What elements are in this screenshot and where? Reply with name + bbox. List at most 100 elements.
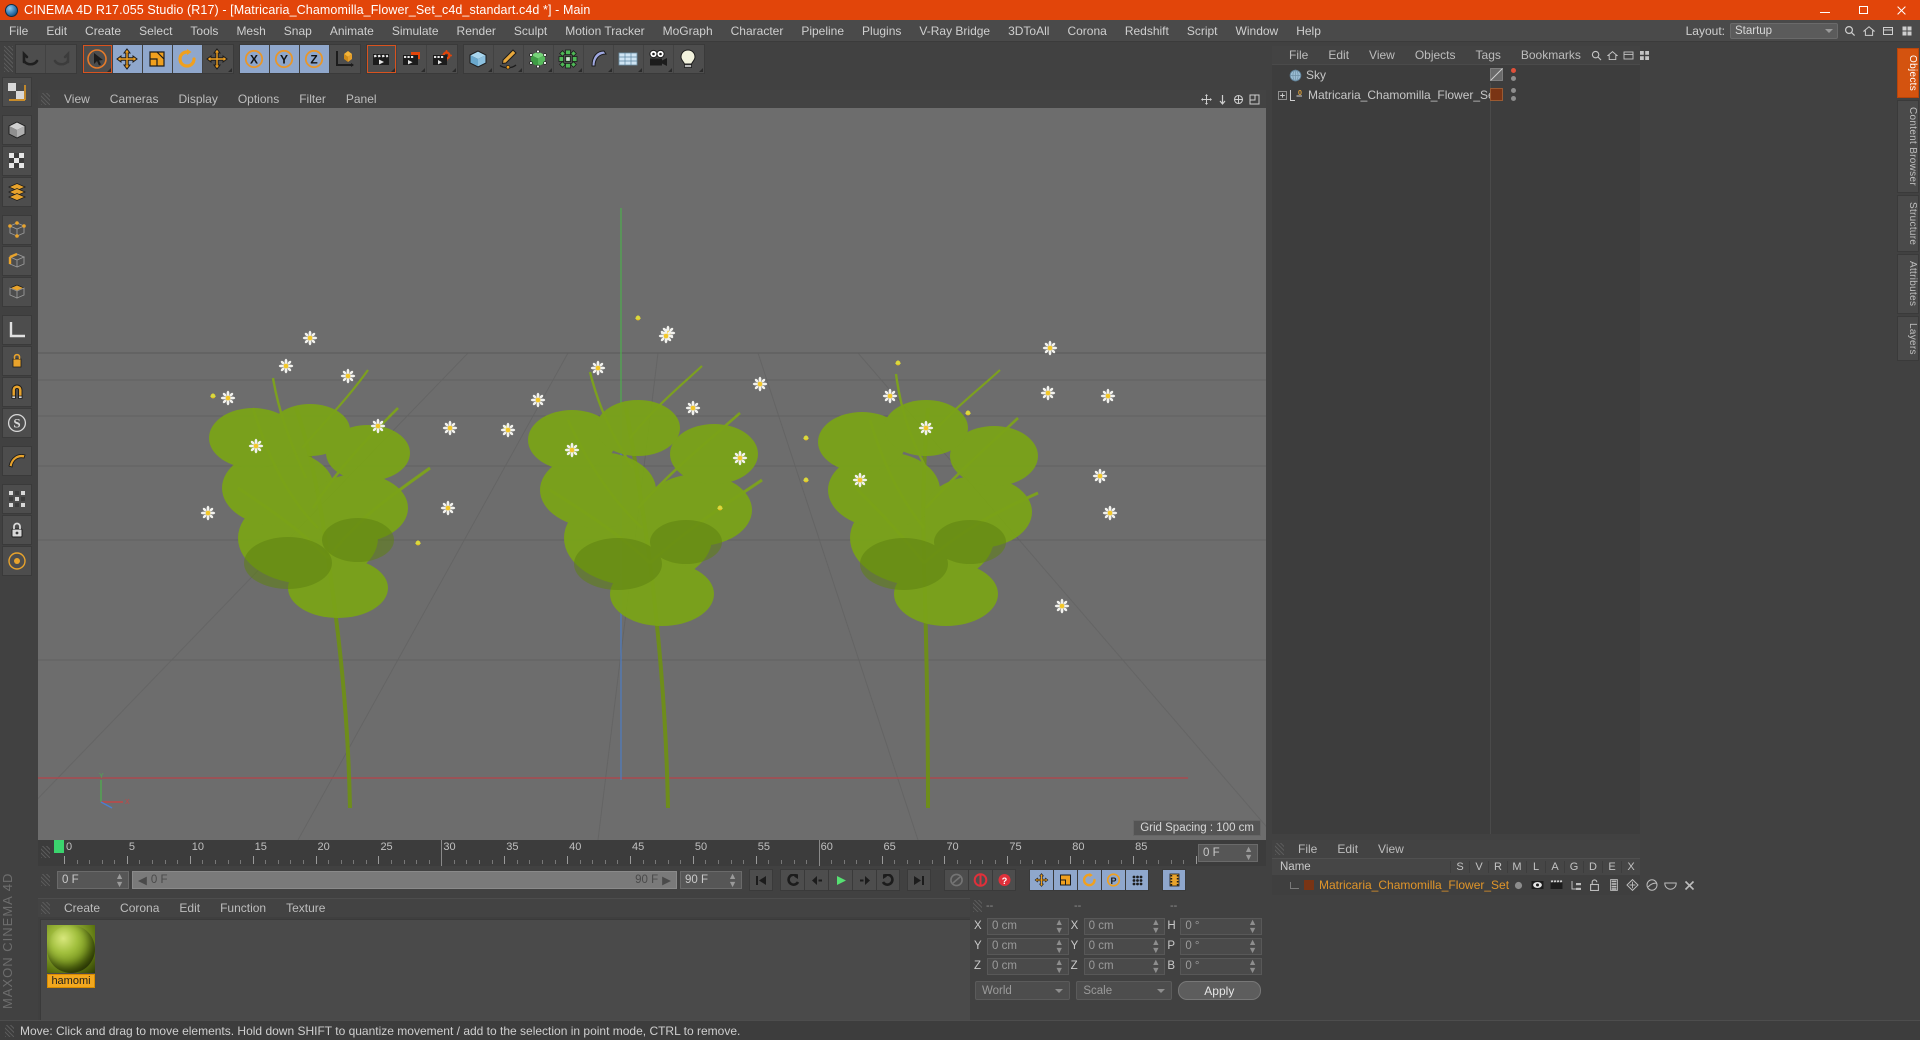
world-object-axis-toggle[interactable]	[330, 45, 360, 73]
polygon-mode-button[interactable]	[2, 277, 32, 307]
spinner-icon[interactable]: ▲ ▼	[1248, 938, 1257, 955]
unlock-icon[interactable]	[1585, 879, 1604, 891]
edge-mode-button[interactable]	[2, 246, 32, 276]
menu-item-select[interactable]: Select	[130, 20, 181, 42]
enable-axis-modification-button[interactable]	[2, 346, 32, 376]
add-nurbs-button[interactable]	[524, 45, 554, 73]
layout-select[interactable]: Startup	[1730, 22, 1838, 39]
close-button[interactable]	[1882, 0, 1920, 20]
add-light-button[interactable]	[674, 45, 704, 73]
collapse-icon[interactable]	[1623, 50, 1634, 61]
add-spline-button[interactable]	[494, 45, 524, 73]
rotation-p-field[interactable]: 0 ° ▲ ▼	[1180, 937, 1263, 955]
collapse-icon[interactable]	[1881, 24, 1895, 38]
material-tag-icon[interactable]	[1490, 88, 1503, 101]
material-manager-grip[interactable]	[41, 902, 50, 914]
maximize-button[interactable]	[1844, 0, 1882, 20]
grid-icon[interactable]	[1639, 50, 1650, 61]
menu-item-pipeline[interactable]: Pipeline	[792, 20, 853, 42]
size-x-field[interactable]: 0 cm ▲ ▼	[1083, 917, 1166, 935]
visibility-dots-icon[interactable]	[1511, 68, 1516, 81]
menu-item-help[interactable]: Help	[1287, 20, 1330, 42]
object-menu-edit[interactable]: Edit	[1318, 46, 1359, 64]
objects-tab[interactable]: Objects	[1897, 48, 1919, 99]
menu-item-mesh[interactable]: Mesh	[227, 20, 274, 42]
maximize-view-icon[interactable]	[1248, 93, 1260, 105]
cap-icon[interactable]	[1661, 879, 1680, 891]
viewport-grip[interactable]	[41, 93, 50, 105]
object-row-sky[interactable]: Sky	[1272, 65, 1640, 85]
transform-mode-select[interactable]: Scale	[1076, 981, 1172, 1000]
object-row-matricaria-chamomilla-flower-set[interactable]: 0 Matricaria_Chamomilla_Flower_Set	[1272, 85, 1640, 105]
add-environment-button[interactable]	[614, 45, 644, 73]
menu-item-window[interactable]: Window	[1227, 20, 1288, 42]
preview-range-left-arrow-icon[interactable]: ◀	[138, 873, 147, 887]
next-keyframe-button[interactable]	[876, 869, 900, 891]
search-icon[interactable]	[1591, 50, 1602, 61]
scale-key-button[interactable]	[1053, 869, 1077, 891]
shield-icon[interactable]	[1642, 879, 1661, 891]
chamomile-flower-set-model[interactable]	[38, 108, 1266, 840]
spinner-icon[interactable]: ▲ ▼	[1055, 918, 1064, 935]
material-item-hamomi[interactable]: hamomi	[47, 925, 95, 988]
position-key-button[interactable]	[1029, 869, 1053, 891]
render-view-button[interactable]	[367, 45, 397, 73]
rotate-tool[interactable]	[173, 45, 203, 73]
menu-item-motion-tracker[interactable]: Motion Tracker	[556, 20, 653, 42]
menu-item-create[interactable]: Create	[76, 20, 130, 42]
menu-item-mograph[interactable]: MoGraph	[654, 20, 722, 42]
spinner-icon[interactable]: ▲ ▼	[1151, 938, 1160, 955]
viewport-menu-display[interactable]: Display	[168, 90, 227, 108]
add-camera-button[interactable]	[644, 45, 674, 73]
undo-button[interactable]	[16, 45, 46, 73]
home-icon[interactable]	[1862, 24, 1876, 38]
spinner-icon[interactable]: ▲ ▼	[1151, 918, 1160, 935]
menu-item-plugins[interactable]: Plugins	[853, 20, 910, 42]
texture-mode-button[interactable]	[2, 146, 32, 176]
scale-tool[interactable]	[143, 45, 173, 73]
sky-tag-icon[interactable]	[1490, 68, 1503, 81]
menu-item-edit[interactable]: Edit	[37, 20, 76, 42]
lock-toggle-button[interactable]	[2, 515, 32, 545]
spinner-icon[interactable]: ▲ ▼	[1151, 958, 1160, 975]
attribute-table-row[interactable]: Matricaria_Chamomilla_Flower_Set	[1272, 875, 1695, 895]
pan-view-icon[interactable]	[1216, 93, 1228, 105]
menu-item-animate[interactable]: Animate	[321, 20, 383, 42]
current-frame-field[interactable]: 0 F ▲ ▼	[57, 871, 129, 889]
y-axis-lock[interactable]: Y	[270, 45, 300, 73]
attributes-tab[interactable]: Attributes	[1897, 254, 1919, 314]
spinner-icon[interactable]: ▲ ▼	[1248, 958, 1257, 975]
timeline-playhead-marker[interactable]	[54, 840, 64, 853]
apply-button[interactable]: Apply	[1177, 981, 1261, 1000]
object-menu-bookmarks[interactable]: Bookmarks	[1511, 46, 1591, 64]
spinner-icon[interactable]: ▲ ▼	[1248, 918, 1257, 935]
deform-icon[interactable]	[1623, 879, 1642, 891]
attribute-column-x[interactable]: X	[1621, 861, 1640, 873]
spinner-icon[interactable]: ▲ ▼	[1055, 938, 1064, 955]
grid-icon[interactable]	[1900, 24, 1914, 38]
object-menu-objects[interactable]: Objects	[1405, 46, 1466, 64]
expand-toggle-icon[interactable]	[1278, 90, 1287, 100]
position-x-field[interactable]: 0 cm ▲ ▼	[987, 917, 1069, 935]
coordinate-system-select[interactable]: World	[975, 981, 1071, 1000]
attribute-column-a[interactable]: A	[1545, 861, 1564, 873]
point-level-animation-button[interactable]	[1125, 869, 1149, 891]
viewport-menu-options[interactable]: Options	[228, 90, 289, 108]
spinner-icon[interactable]: ▲ ▼	[728, 872, 737, 889]
workplane-mode-button[interactable]	[2, 315, 32, 345]
menu-item-3dtoall[interactable]: 3DToAll	[999, 20, 1058, 42]
zoom-view-icon[interactable]	[1232, 93, 1244, 105]
step-forward-frame-button[interactable]	[852, 869, 876, 891]
object-menu-tags[interactable]: Tags	[1466, 46, 1511, 64]
timeline-current-frame-field[interactable]: 0 F ▲ ▼	[1198, 844, 1258, 862]
autokeying-button[interactable]	[968, 869, 992, 891]
attribute-column-v[interactable]: V	[1469, 861, 1488, 873]
z-axis-lock[interactable]: Z	[300, 45, 330, 73]
play-button[interactable]	[828, 869, 852, 891]
spinner-icon[interactable]: ▲ ▼	[1244, 845, 1253, 862]
coordinates-grip[interactable]	[973, 900, 982, 912]
x-axis-lock[interactable]: X	[240, 45, 270, 73]
position-z-field[interactable]: 0 cm ▲ ▼	[987, 957, 1069, 975]
status-bar-grip[interactable]	[5, 1024, 14, 1037]
parameter-key-button[interactable]: P	[1101, 869, 1125, 891]
